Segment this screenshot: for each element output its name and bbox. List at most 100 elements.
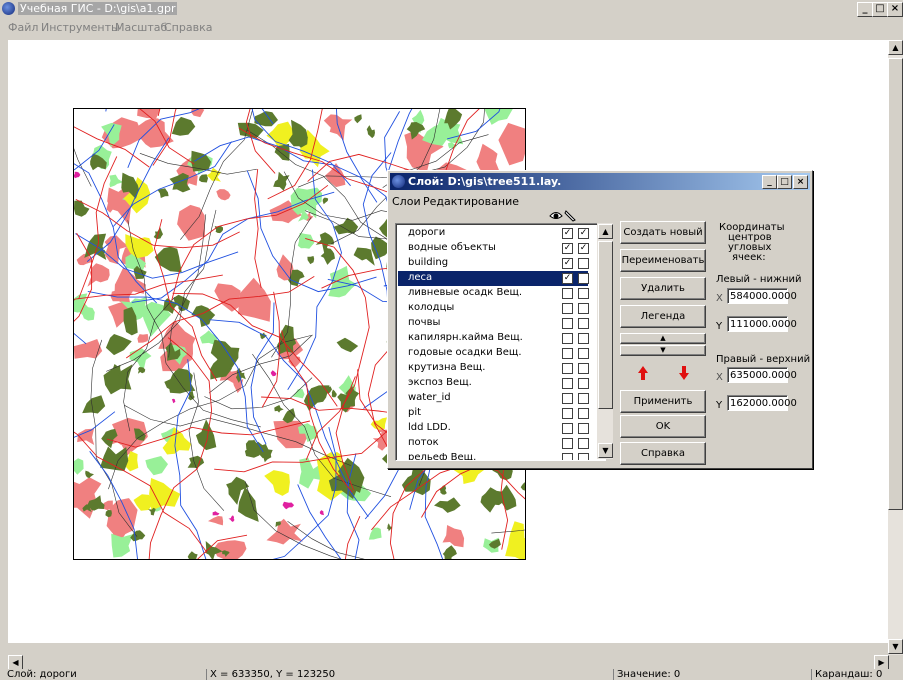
layer-visible-checkbox[interactable] xyxy=(562,333,573,344)
layer-visible-checkbox[interactable] xyxy=(562,348,573,359)
menu-help[interactable]: Справка xyxy=(164,21,212,34)
list-scroll-thumb[interactable] xyxy=(598,241,613,409)
layer-visible-checkbox[interactable] xyxy=(562,408,573,419)
layer-visible-checkbox[interactable]: ✓ xyxy=(562,228,573,239)
layer-edit-checkbox[interactable] xyxy=(578,333,589,344)
scroll-thumb[interactable] xyxy=(888,58,903,510)
layer-row[interactable]: колодцы xyxy=(398,301,589,316)
layer-edit-checkbox[interactable] xyxy=(578,303,589,314)
dialog-menu-layers[interactable]: Слои xyxy=(392,195,421,208)
map-patch xyxy=(82,395,106,414)
ok-button[interactable]: OK xyxy=(620,415,706,438)
layer-row[interactable]: экспоз Вещ. xyxy=(398,376,589,391)
map-patch xyxy=(105,334,132,356)
create-layer-button[interactable]: Создать новый xyxy=(620,221,706,244)
delete-layer-button[interactable]: Удалить xyxy=(620,277,706,300)
layer-edit-checkbox[interactable] xyxy=(578,318,589,329)
layer-visible-checkbox[interactable] xyxy=(562,363,573,374)
menu-bar: Файл Инструменты Масштаб Справка xyxy=(0,18,903,36)
arrow-down-red-icon[interactable] xyxy=(678,365,690,381)
layer-visible-checkbox[interactable] xyxy=(562,378,573,389)
scroll-down-icon[interactable]: ▼ xyxy=(888,639,903,654)
close-button[interactable]: × xyxy=(887,2,903,17)
layer-edit-checkbox[interactable] xyxy=(578,288,589,299)
layer-edit-checkbox[interactable]: ✓ xyxy=(578,243,589,254)
vertical-scrollbar[interactable]: ▲ ▼ xyxy=(888,40,903,655)
dialog-maximize-button[interactable]: □ xyxy=(777,175,792,189)
layer-edit-checkbox[interactable] xyxy=(578,453,589,460)
layer-row[interactable]: капилярн.кайма Вещ. xyxy=(398,331,589,346)
dialog-close-button[interactable]: × xyxy=(793,175,808,189)
layer-row[interactable]: ливневые осадк Вещ. xyxy=(398,286,589,301)
layer-list[interactable]: дороги ✓ ✓ водные объекты ✓ ✓ building ✓ леса ✓ ли… xyxy=(395,223,606,461)
map-patch xyxy=(74,339,103,359)
dialog-title-bar[interactable]: Слой: D:\gis\tree511.lay. _ □ × xyxy=(390,173,810,190)
eye-icon xyxy=(549,212,563,219)
layer-edit-checkbox[interactable] xyxy=(578,438,589,449)
ll-x-field[interactable]: 584000.0000 xyxy=(727,288,797,304)
layer-row[interactable]: water_id xyxy=(398,391,589,406)
ur-y-field[interactable]: 162000.0000 xyxy=(727,395,797,411)
map-patch xyxy=(137,367,146,374)
move-down-small-button[interactable]: ▼ xyxy=(620,345,706,356)
layer-name: ливневые осадк Вещ. xyxy=(408,287,523,298)
dialog-menu-edit[interactable]: Редактирование xyxy=(423,195,519,208)
layer-row[interactable]: рельеф Вещ. xyxy=(398,451,589,460)
list-scroll-down-icon[interactable]: ▼ xyxy=(598,443,613,458)
layer-visible-checkbox[interactable] xyxy=(562,303,573,314)
layer-visible-checkbox[interactable] xyxy=(562,453,573,460)
map-patch xyxy=(266,518,304,545)
layer-row[interactable]: леса ✓ xyxy=(398,271,589,286)
layer-visible-checkbox[interactable]: ✓ xyxy=(562,243,573,254)
maximize-button[interactable]: □ xyxy=(872,2,888,17)
help-button[interactable]: Справка xyxy=(620,442,706,465)
scroll-left-icon[interactable]: ◀ xyxy=(8,655,23,670)
layer-visible-checkbox[interactable] xyxy=(562,423,573,434)
horizontal-scrollbar[interactable]: ◀ ▶ xyxy=(8,655,889,670)
layer-edit-checkbox[interactable] xyxy=(578,378,589,389)
layer-row[interactable]: годовые осадки Вещ. xyxy=(398,346,589,361)
menu-file[interactable]: Файл xyxy=(8,21,38,34)
rename-layer-button[interactable]: Переименовать xyxy=(620,249,706,272)
layer-visible-checkbox[interactable] xyxy=(562,318,573,329)
layer-visible-checkbox[interactable]: ✓ xyxy=(562,273,573,284)
layer-row[interactable]: building ✓ xyxy=(398,256,589,271)
menu-scale[interactable]: Масштаб xyxy=(115,21,167,34)
layer-row[interactable]: поток xyxy=(398,436,589,451)
map-patch xyxy=(187,551,198,559)
scroll-up-icon[interactable]: ▲ xyxy=(888,40,903,55)
legend-button[interactable]: Легенда xyxy=(620,305,706,328)
layer-list-scrollbar[interactable]: ▲ ▼ xyxy=(597,223,613,459)
arrow-up-red-icon[interactable] xyxy=(637,365,649,381)
layer-edit-checkbox[interactable] xyxy=(578,363,589,374)
layer-name: дороги xyxy=(408,227,446,238)
ur-x-field[interactable]: 635000.0000 xyxy=(727,367,797,383)
layer-name: поток xyxy=(408,437,439,448)
layer-visible-checkbox[interactable]: ✓ xyxy=(562,258,573,269)
layer-row[interactable]: ldd LDD. xyxy=(398,421,589,436)
list-scroll-up-icon[interactable]: ▲ xyxy=(598,224,613,239)
layer-row[interactable]: крутизна Вещ. xyxy=(398,361,589,376)
dialog-minimize-button[interactable]: _ xyxy=(762,175,777,189)
layer-edit-checkbox[interactable] xyxy=(578,393,589,404)
layer-edit-checkbox[interactable]: ✓ xyxy=(578,228,589,239)
scroll-right-icon[interactable]: ▶ xyxy=(874,655,889,670)
layer-row[interactable]: pit xyxy=(398,406,589,421)
apply-button[interactable]: Применить xyxy=(620,390,706,413)
layer-edit-checkbox[interactable] xyxy=(578,258,589,269)
layer-edit-checkbox[interactable] xyxy=(578,423,589,434)
layer-row[interactable]: дороги ✓ ✓ xyxy=(398,226,589,241)
layer-visible-checkbox[interactable] xyxy=(562,393,573,404)
layer-edit-checkbox[interactable] xyxy=(578,408,589,419)
minimize-button[interactable]: _ xyxy=(857,2,873,17)
layer-edit-checkbox[interactable] xyxy=(578,348,589,359)
layer-row[interactable]: почвы xyxy=(398,316,589,331)
layer-visible-checkbox[interactable] xyxy=(562,438,573,449)
layer-edit-checkbox[interactable] xyxy=(578,273,589,284)
layer-row[interactable]: водные объекты ✓ ✓ xyxy=(398,241,589,256)
layer-visible-checkbox[interactable] xyxy=(562,288,573,299)
menu-tools[interactable]: Инструменты xyxy=(41,21,120,34)
layer-name: экспоз Вещ. xyxy=(408,377,472,388)
ll-y-field[interactable]: 111000.0000 xyxy=(727,316,797,332)
move-up-small-button[interactable]: ▲ xyxy=(620,333,706,344)
